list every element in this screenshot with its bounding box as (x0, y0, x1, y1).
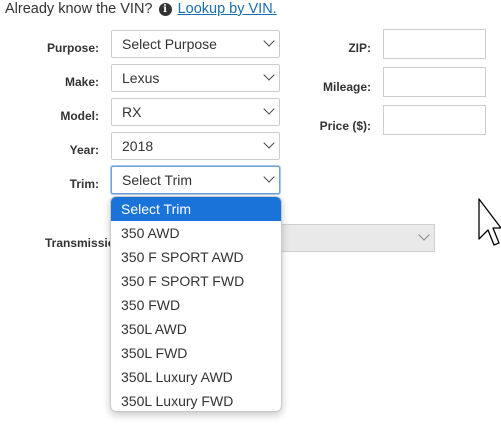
price-input[interactable] (383, 105, 486, 135)
chevron-down-icon (263, 137, 275, 149)
model-select[interactable]: RX (111, 98, 280, 126)
trim-option[interactable]: 350 FWD (111, 293, 281, 317)
trim-select-value: Select Trim (122, 172, 193, 188)
trim-option[interactable]: 350L AWD (111, 317, 281, 341)
chevron-down-icon (418, 229, 430, 241)
purpose-select-value: Select Purpose (122, 36, 217, 52)
transmission-select[interactable] (280, 224, 435, 252)
make-select-value: Lexus (122, 70, 160, 86)
trim-dropdown-list: Select Trim 350 AWD 350 F SPORT AWD 350 … (110, 196, 282, 412)
chevron-down-icon (263, 171, 275, 183)
lookup-by-vin-link[interactable]: Lookup by VIN. (178, 1, 277, 17)
vin-lookup-prompt: Already know the VIN? i Lookup by VIN. (5, 1, 277, 17)
year-select-value: 2018 (122, 138, 154, 154)
purpose-label: Purpose: (46, 41, 99, 55)
trim-option[interactable]: 350 F SPORT FWD (111, 269, 281, 293)
chevron-down-icon (263, 103, 275, 115)
trim-option[interactable]: 350L FWD (111, 341, 281, 365)
model-label: Model: (60, 109, 99, 123)
mileage-label: Mileage: (322, 80, 371, 94)
price-label: Price ($): (319, 119, 371, 133)
zip-label: ZIP: (348, 41, 371, 55)
trim-option[interactable]: 350L Luxury FWD (111, 389, 281, 411)
make-select[interactable]: Lexus (111, 64, 280, 92)
mileage-input[interactable] (383, 67, 486, 97)
model-select-value: RX (122, 104, 142, 120)
chevron-down-icon (263, 69, 275, 81)
vin-prompt-text: Already know the VIN? (5, 1, 153, 17)
trim-option[interactable]: 350 AWD (111, 221, 281, 245)
info-icon: i (158, 3, 172, 16)
mouse-cursor-icon (478, 198, 501, 246)
transmission-label: Transmissio (45, 236, 116, 250)
chevron-down-icon (263, 35, 275, 47)
trim-label: Trim: (69, 177, 99, 191)
trim-option[interactable]: 350L Luxury AWD (111, 365, 281, 389)
trim-option[interactable]: Select Trim (111, 197, 281, 221)
purpose-select[interactable]: Select Purpose (111, 30, 280, 58)
trim-select[interactable]: Select Trim (111, 166, 280, 194)
make-label: Make: (64, 75, 99, 89)
year-select[interactable]: 2018 (111, 132, 280, 160)
trim-option[interactable]: 350 F SPORT AWD (111, 245, 281, 269)
zip-input[interactable] (383, 29, 486, 59)
year-label: Year: (69, 143, 99, 157)
